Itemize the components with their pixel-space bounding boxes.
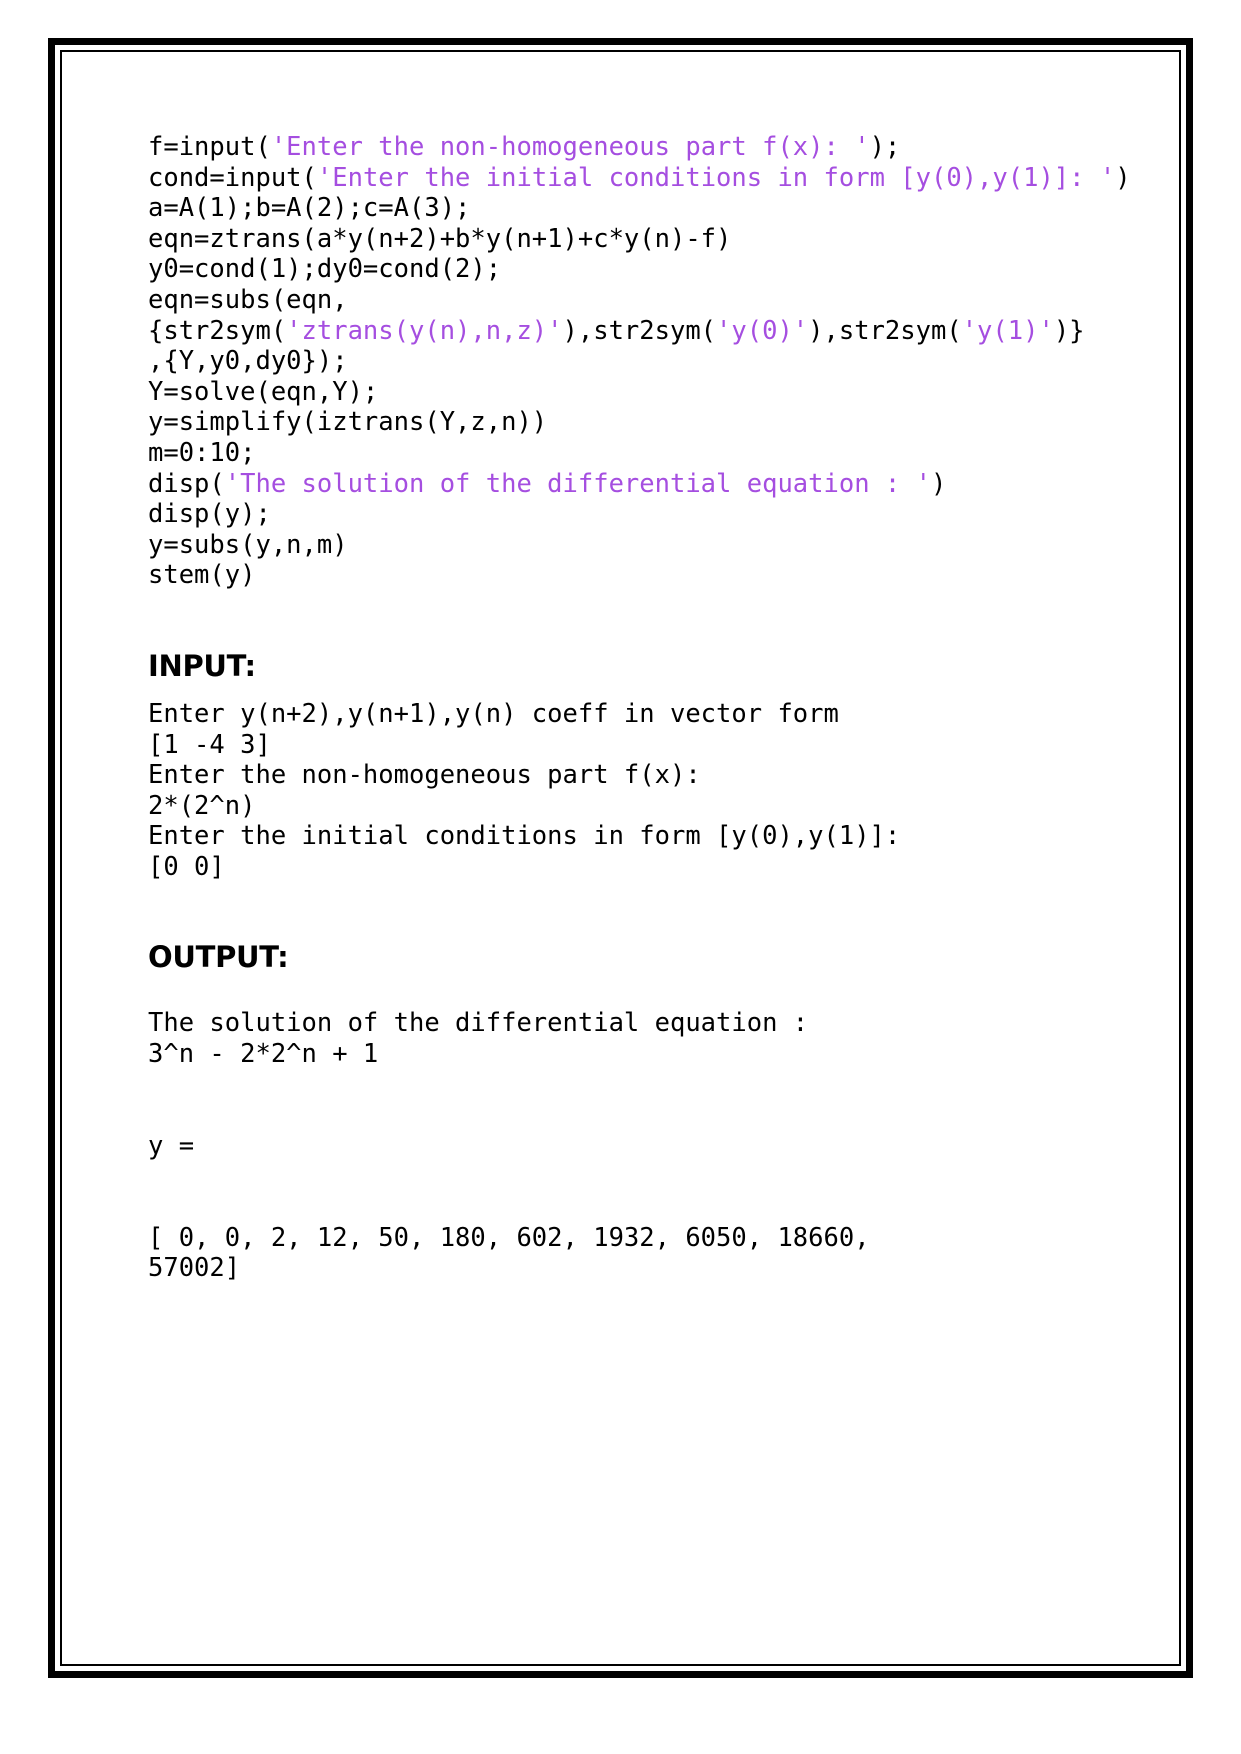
input-section-heading: INPUT: bbox=[148, 648, 256, 683]
code-token: disp(y); bbox=[148, 499, 271, 530]
code-string-literal: 'y(1)' bbox=[961, 315, 1054, 346]
code-line: a=A(1);b=A(2);c=A(3); bbox=[148, 193, 1149, 224]
code-token: disp( bbox=[148, 468, 225, 499]
code-token: {str2sym( bbox=[148, 315, 287, 346]
input-console-line: Enter the initial conditions in form [y(… bbox=[148, 821, 901, 852]
input-console-line: Enter y(n+2),y(n+1),y(n) coeff in vector… bbox=[148, 698, 839, 729]
spacer-blank-3 bbox=[148, 1161, 1149, 1192]
code-string-literal: 'ztrans(y(n),n,z)' bbox=[286, 315, 563, 346]
code-line: y=simplify(iztrans(Y,z,n)) bbox=[148, 407, 1149, 438]
code-token: y=subs(y,n,m) bbox=[148, 529, 348, 560]
code-line: Y=solve(eqn,Y); bbox=[148, 377, 1149, 408]
code-token: f=input( bbox=[148, 132, 271, 162]
output-variable-label: y = bbox=[148, 1130, 195, 1161]
spacer-blank-4 bbox=[148, 1192, 1149, 1223]
input-console-line: 2*(2^n) bbox=[148, 790, 256, 821]
output-section-heading: OUTPUT: bbox=[148, 940, 289, 975]
spacer-after-input-heading bbox=[148, 683, 1149, 699]
code-token: eqn=subs(eqn, bbox=[148, 284, 348, 315]
code-string-literal: 'y(0)' bbox=[716, 315, 809, 346]
input-console-block: Enter y(n+2),y(n+1),y(n) coeff in vector… bbox=[148, 699, 1149, 883]
code-string-literal: 'Enter the non-homogeneous part f(x): ' bbox=[270, 132, 870, 162]
spacer-after-code bbox=[148, 591, 1149, 649]
matlab-code-block: f=input('Enter the non-homogeneous part … bbox=[148, 132, 1149, 591]
output-values-line-1: [ 0, 0, 2, 12, 50, 180, 602, 1932, 6050,… bbox=[148, 1222, 870, 1253]
code-line: y0=cond(1);dy0=cond(2); bbox=[148, 254, 1149, 285]
code-line: y=subs(y,n,m) bbox=[148, 530, 1149, 561]
code-line: stem(y) bbox=[148, 560, 1149, 591]
code-line: disp('The solution of the differential e… bbox=[148, 469, 1149, 500]
code-line: cond=input('Enter the initial conditions… bbox=[148, 163, 1149, 194]
page-content: f=input('Enter the non-homogeneous part … bbox=[148, 132, 1149, 1284]
document-page: f=input('Enter the non-homogeneous part … bbox=[48, 38, 1193, 1678]
code-string-literal: 'The solution of the differential equati… bbox=[224, 468, 931, 499]
code-token: m=0:10; bbox=[148, 437, 256, 468]
spacer-after-input bbox=[148, 882, 1149, 940]
code-string-literal: 'Enter the initial conditions in form [y… bbox=[316, 162, 1116, 193]
code-token: a=A(1);b=A(2);c=A(3); bbox=[148, 193, 471, 224]
code-token: )} bbox=[1053, 315, 1085, 346]
code-token: ),str2sym( bbox=[562, 315, 717, 346]
output-solution-label: The solution of the differential equatio… bbox=[148, 1008, 809, 1039]
code-token: stem(y) bbox=[148, 560, 256, 591]
code-line: disp(y); bbox=[148, 499, 1149, 530]
code-token: Y=solve(eqn,Y); bbox=[148, 376, 379, 407]
code-token: ,{Y,y0,dy0}); bbox=[148, 346, 348, 377]
input-console-line: [0 0] bbox=[148, 851, 225, 882]
code-token: y=simplify(iztrans(Y,z,n)) bbox=[148, 407, 548, 438]
input-console-line: [1 -4 3] bbox=[148, 729, 271, 760]
code-token: ),str2sym( bbox=[808, 315, 962, 346]
spacer-after-output-heading bbox=[148, 974, 1149, 1008]
code-token: ); bbox=[869, 132, 901, 162]
code-token: cond=input( bbox=[148, 162, 317, 193]
code-token: ) bbox=[930, 468, 947, 499]
code-line: eqn=ztrans(a*y(n+2)+b*y(n+1)+c*y(n)-f) bbox=[148, 224, 1149, 255]
code-line: eqn=subs(eqn, bbox=[148, 285, 1149, 316]
page-inner-border: f=input('Enter the non-homogeneous part … bbox=[60, 50, 1181, 1666]
code-line: ,{Y,y0,dy0}); bbox=[148, 346, 1149, 377]
code-token: y0=cond(1);dy0=cond(2); bbox=[148, 254, 502, 285]
output-solution-expression: 3^n - 2*2^n + 1 bbox=[148, 1039, 379, 1070]
code-token: ) bbox=[1115, 162, 1131, 193]
spacer-blank-2 bbox=[148, 1100, 1149, 1131]
code-token: eqn=ztrans(a*y(n+2)+b*y(n+1)+c*y(n)-f) bbox=[148, 223, 732, 254]
code-line: {str2sym('ztrans(y(n),n,z)'),str2sym('y(… bbox=[148, 316, 1149, 347]
spacer-blank-1 bbox=[148, 1070, 1149, 1101]
code-line: f=input('Enter the non-homogeneous part … bbox=[148, 132, 1149, 163]
output-values-line-2: 57002] bbox=[148, 1253, 241, 1284]
input-console-line: Enter the non-homogeneous part f(x): bbox=[148, 760, 701, 791]
code-line: m=0:10; bbox=[148, 438, 1149, 469]
